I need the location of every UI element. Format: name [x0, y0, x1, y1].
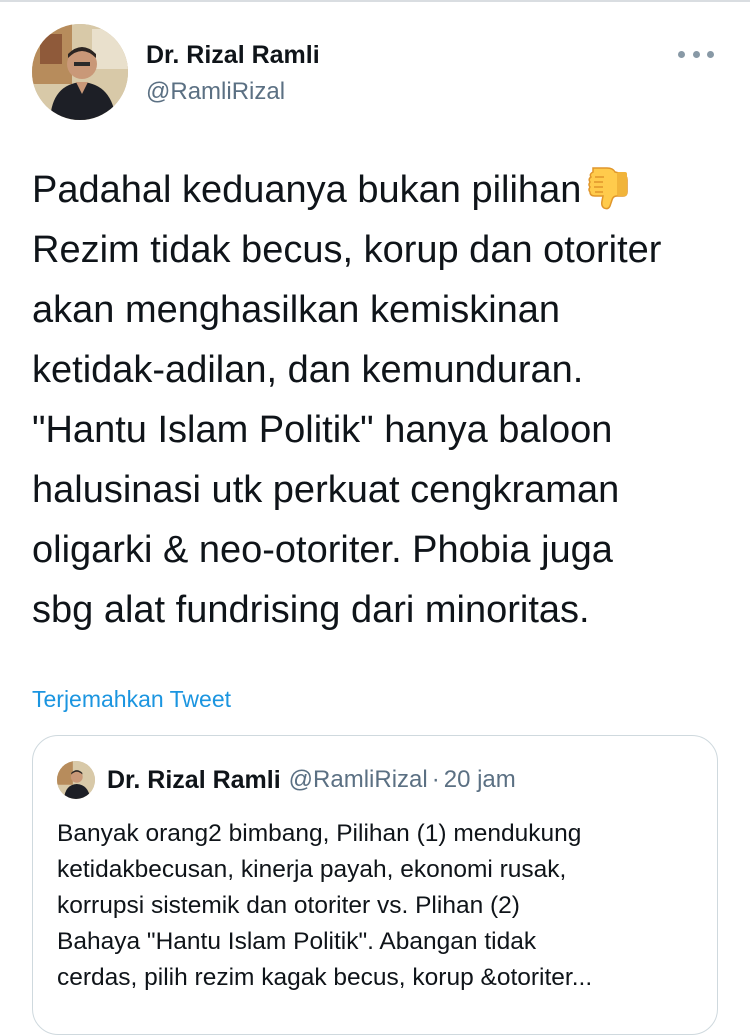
quoted-separator: · — [431, 766, 440, 793]
tweet-author: Dr. Rizal Ramli @RamliRizal — [32, 24, 722, 124]
quoted-author-handle: @RamliRizal — [288, 766, 428, 793]
quoted-tweet-header: Dr. Rizal Ramli @RamliRizal · 20 jam — [57, 760, 516, 800]
translate-tweet-link[interactable]: Terjemahkan Tweet — [32, 686, 231, 713]
tweet-text-line1: Padahal keduanya bukan pilihan — [32, 169, 582, 211]
more-options-icon[interactable] — [678, 44, 714, 64]
quoted-tweet[interactable]: Dr. Rizal Ramli @RamliRizal · 20 jam Ban… — [32, 735, 718, 1035]
tweet-text: Padahal keduanya bukan pilihan Rezim tid… — [32, 160, 722, 640]
tweet-text-rest: Rezim tidak becus, korup dan otoriter ak… — [32, 229, 662, 631]
author-handle[interactable]: @RamliRizal — [146, 78, 285, 106]
avatar[interactable] — [32, 24, 128, 120]
quoted-author-name: Dr. Rizal Ramli — [107, 765, 281, 794]
quoted-tweet-text: Banyak orang2 bimbang, Pilihan (1) mendu… — [57, 820, 593, 991]
thumbs-down-emoji-icon — [587, 166, 629, 210]
author-name[interactable]: Dr. Rizal Ramli — [146, 41, 320, 70]
quoted-timestamp: 20 jam — [443, 766, 516, 793]
top-divider — [0, 0, 750, 2]
quoted-avatar — [57, 761, 95, 799]
